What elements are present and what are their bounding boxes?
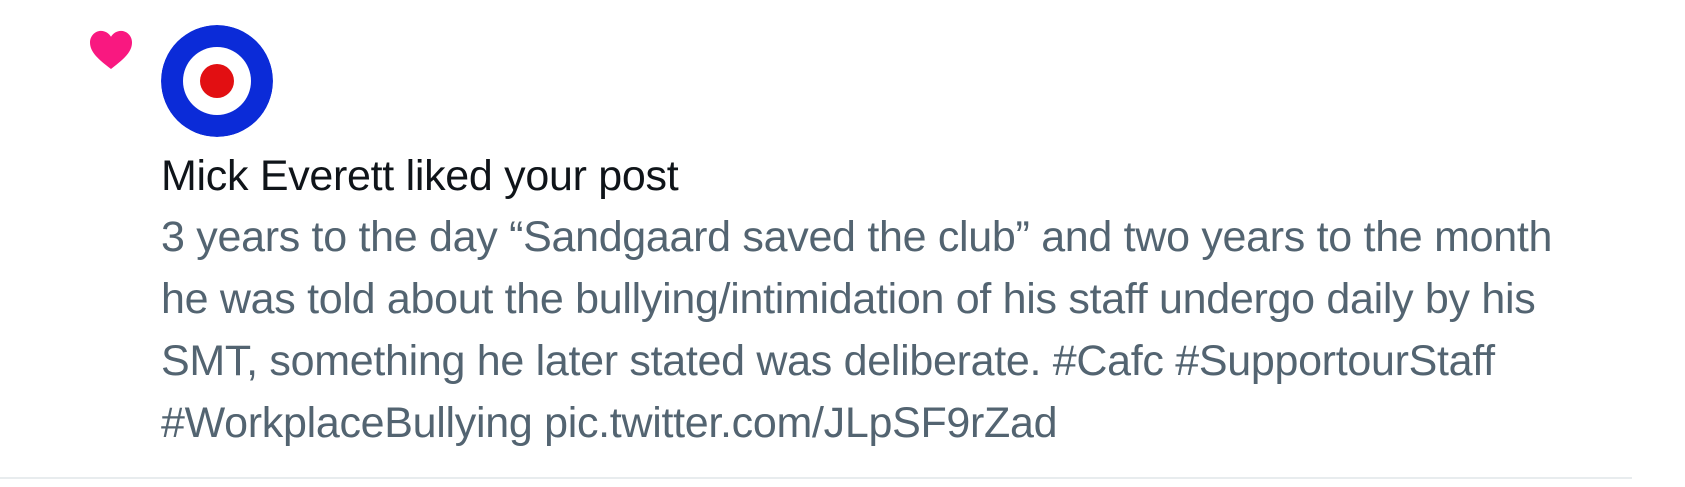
post-text-line: SMT, something he later stated was delib…: [161, 337, 1495, 385]
post-preview[interactable]: 3 years to the day “Sandgaard saved the …: [161, 206, 1611, 454]
heart-icon: [90, 30, 132, 70]
post-text-line: #WorkplaceBullying pic.twitter.com/JLpSF…: [161, 399, 1058, 447]
like-notification[interactable]: Mick Everett liked your post 3 years to …: [0, 0, 1632, 479]
notification-text: Mick Everett liked your post 3 years to …: [161, 148, 1611, 454]
notification-headline[interactable]: Mick Everett liked your post: [161, 148, 1611, 204]
avatar[interactable]: [161, 25, 273, 137]
post-text-line: 3 years to the day “Sandgaard saved the …: [161, 213, 1553, 261]
post-text-line: he was told about the bullying/intimidat…: [161, 275, 1536, 323]
